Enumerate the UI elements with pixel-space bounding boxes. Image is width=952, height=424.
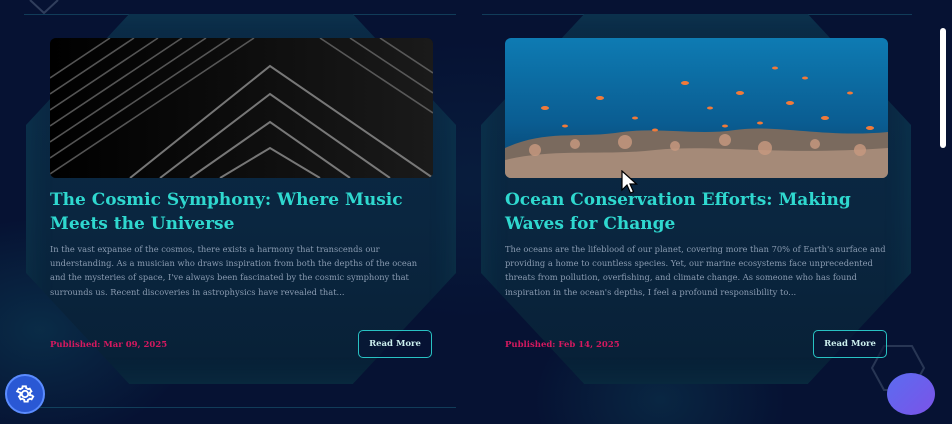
divider-line <box>40 407 456 408</box>
decorative-star <box>29 0 59 14</box>
scrollbar-thumb[interactable] <box>940 28 946 148</box>
post-date: Published: Mar 09, 2025 <box>50 340 168 350</box>
read-more-button[interactable]: Read More <box>358 330 432 358</box>
post-image-architecture[interactable] <box>50 38 433 178</box>
settings-button[interactable] <box>5 374 45 414</box>
blog-card: Ocean Conservation Efforts: Making Waves… <box>481 14 911 384</box>
read-more-button[interactable]: Read More <box>813 330 887 358</box>
post-image-coral-reef[interactable] <box>505 38 888 178</box>
post-title[interactable]: Ocean Conservation Efforts: Making Waves… <box>505 188 885 236</box>
mouse-pointer-icon <box>621 170 639 194</box>
post-excerpt: In the vast expanse of the cosmos, there… <box>50 244 418 297</box>
post-date: Published: Feb 14, 2025 <box>505 340 620 350</box>
chat-bubble-icon[interactable] <box>887 373 935 415</box>
gear-icon <box>15 385 35 403</box>
post-excerpt: The oceans are the lifeblood of our plan… <box>505 244 886 297</box>
blog-card: The Cosmic Symphony: Where Music Meets t… <box>26 14 456 384</box>
post-title[interactable]: The Cosmic Symphony: Where Music Meets t… <box>50 188 430 236</box>
